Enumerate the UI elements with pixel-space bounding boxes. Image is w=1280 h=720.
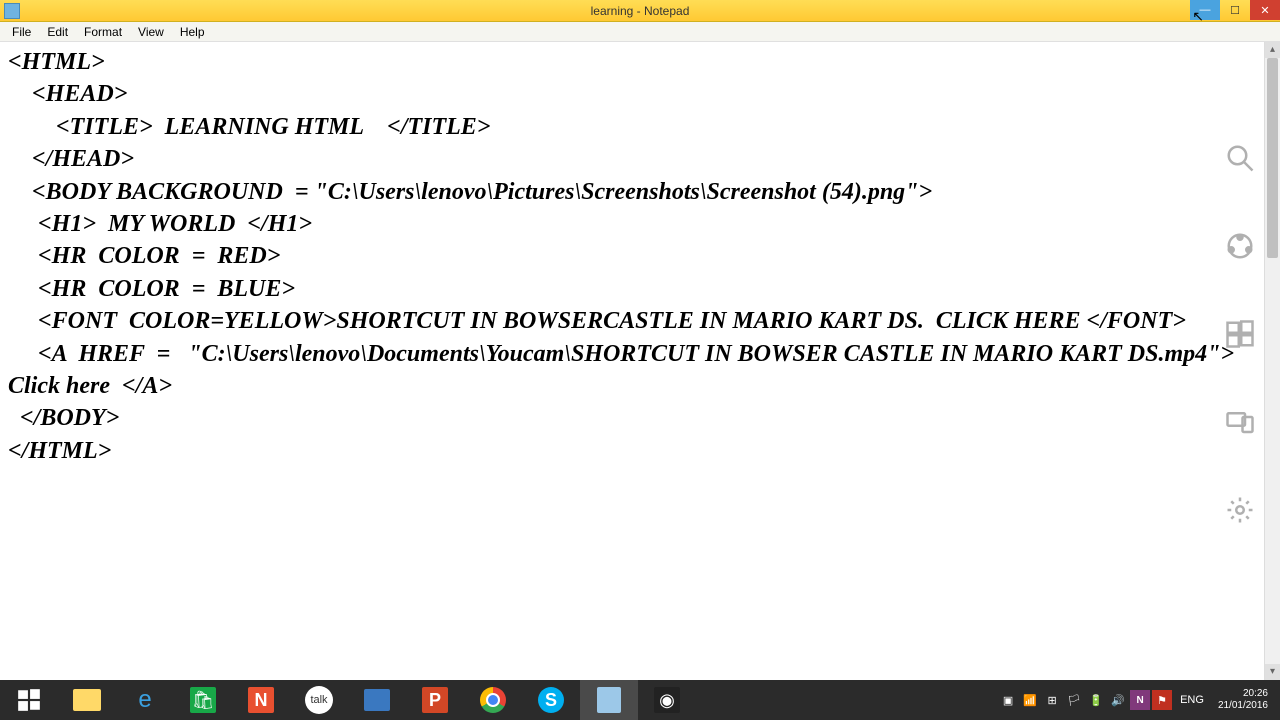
nitro-button[interactable]: N <box>232 680 290 720</box>
internet-explorer-button[interactable]: e <box>116 680 174 720</box>
maximize-button[interactable]: ☐ <box>1220 0 1250 20</box>
vertical-scrollbar[interactable]: ▴ ▾ <box>1264 42 1280 680</box>
clock-time: 20:26 <box>1218 688 1268 700</box>
notepad-icon <box>4 3 20 19</box>
window-controls: — ☐ ✕ <box>1190 0 1280 20</box>
title-bar: learning - Notepad — ☐ ✕ ↖ <box>0 0 1280 22</box>
text-editor[interactable]: <HTML> <HEAD> <TITLE> LEARNING HTML </TI… <box>0 42 1264 680</box>
network-icon[interactable]: 📶 <box>1020 690 1040 710</box>
menu-edit[interactable]: Edit <box>39 23 76 41</box>
camera-button[interactable]: ◉ <box>638 680 696 720</box>
store-button[interactable]: 🛍 <box>174 680 232 720</box>
chrome-button[interactable] <box>464 680 522 720</box>
clock-date: 21/01/2016 <box>1218 700 1268 712</box>
menu-bar: File Edit Format View Help <box>0 22 1280 42</box>
tray-app-icon[interactable]: ▣ <box>998 690 1018 710</box>
battery-icon[interactable]: 🔋 <box>1086 690 1106 710</box>
minimize-button[interactable]: — <box>1190 0 1220 20</box>
system-tray: ▣ 📶 ⊞ 🏳 🔋 🔊 N ⚑ ENG 20:26 21/01/2016 <box>992 680 1280 720</box>
devices-icon[interactable] <box>1222 404 1258 440</box>
share-icon[interactable] <box>1222 228 1258 264</box>
charm-bar <box>1222 140 1258 528</box>
editor-area: <HTML> <HEAD> <TITLE> LEARNING HTML </TI… <box>0 42 1280 680</box>
security-tray-icon[interactable]: ⚑ <box>1152 690 1172 710</box>
talk-button[interactable]: talk <box>290 680 348 720</box>
action-center-icon[interactable]: 🏳 <box>1064 690 1084 710</box>
search-icon[interactable] <box>1222 140 1258 176</box>
scroll-thumb[interactable] <box>1267 58 1278 258</box>
menu-file[interactable]: File <box>4 23 39 41</box>
settings-icon[interactable] <box>1222 492 1258 528</box>
language-indicator[interactable]: ENG <box>1174 694 1210 706</box>
taskbar: e 🛍 N talk P S ◉ ▣ 📶 ⊞ 🏳 🔋 🔊 N ⚑ ENG 20:… <box>0 680 1280 720</box>
start-icon[interactable] <box>1222 316 1258 352</box>
menu-view[interactable]: View <box>130 23 172 41</box>
powerpoint-button[interactable]: P <box>406 680 464 720</box>
menu-format[interactable]: Format <box>76 23 130 41</box>
volume-icon[interactable]: 🔊 <box>1108 690 1128 710</box>
notepad-taskbar-button[interactable] <box>580 680 638 720</box>
skype-button[interactable]: S <box>522 680 580 720</box>
scroll-down-icon[interactable]: ▾ <box>1265 664 1280 680</box>
onenote-tray-icon[interactable]: N <box>1130 690 1150 710</box>
window-title: learning - Notepad <box>591 4 690 18</box>
close-button[interactable]: ✕ <box>1250 0 1280 20</box>
menu-help[interactable]: Help <box>172 23 213 41</box>
photos-button[interactable] <box>348 680 406 720</box>
clock[interactable]: 20:26 21/01/2016 <box>1212 688 1274 712</box>
start-button[interactable] <box>0 680 58 720</box>
scroll-up-icon[interactable]: ▴ <box>1265 42 1280 58</box>
file-explorer-button[interactable] <box>58 680 116 720</box>
tray-windows-icon[interactable]: ⊞ <box>1042 690 1062 710</box>
